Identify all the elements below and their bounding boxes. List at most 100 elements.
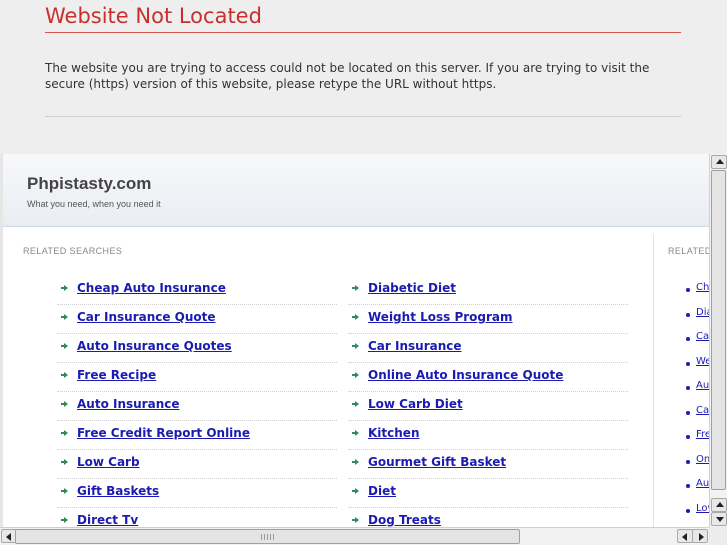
sidebar-link[interactable]: Lov (696, 503, 709, 514)
grip-icon (261, 534, 275, 540)
arrow-icon (61, 401, 68, 407)
bullet-icon (686, 508, 690, 513)
arrow-icon (61, 285, 68, 291)
arrow-down-icon (716, 517, 724, 522)
related-sidebar-label: RELATED (668, 246, 709, 256)
scroll-up-button-lower[interactable] (711, 498, 727, 512)
sidebar-link[interactable]: Ca (696, 331, 709, 342)
bullet-icon (686, 459, 690, 464)
sidebar-link[interactable]: On (696, 454, 709, 465)
arrow-icon (61, 343, 68, 349)
list-item: Diet (348, 479, 628, 508)
bullet-icon (686, 435, 690, 439)
arrow-icon (61, 459, 68, 465)
arrow-icon (61, 372, 68, 378)
scroll-down-button[interactable] (711, 512, 727, 526)
list-item: Gourmet Gift Basket (348, 450, 628, 479)
site-tagline: What you need, when you need it (27, 199, 161, 209)
search-link[interactable]: Car Insurance Quote (77, 310, 216, 324)
list-item: Online Auto Insurance Quote (348, 363, 628, 392)
list-item: Diabetic Diet (348, 276, 628, 305)
search-link[interactable]: Online Auto Insurance Quote (368, 368, 563, 382)
horizontal-scroll-thumb[interactable] (15, 529, 520, 544)
search-link[interactable]: Gourmet Gift Basket (368, 455, 506, 469)
arrow-icon (352, 459, 359, 465)
vertical-scroll-thumb[interactable] (711, 170, 726, 490)
list-item: Gift Baskets (57, 479, 337, 508)
sidebar-link[interactable]: Au (696, 478, 709, 489)
message-divider (45, 116, 681, 117)
search-link[interactable]: Kitchen (368, 426, 420, 440)
vertical-scrollbar[interactable] (709, 154, 727, 527)
search-link[interactable]: Dog Treats (368, 513, 441, 527)
list-item: Weight Loss Program (348, 305, 628, 334)
bullet-icon (686, 337, 690, 341)
arrow-icon (352, 314, 359, 320)
arrow-left-icon (6, 533, 11, 541)
bullet-icon (686, 484, 690, 488)
related-sidebar: RELATED Ch Dia Ca We Au Ca Fre On Au Lov (655, 234, 709, 534)
error-message: The website you are trying to access cou… (45, 61, 650, 91)
scroll-left-button-right[interactable] (677, 529, 693, 543)
search-link[interactable]: Free Credit Report Online (77, 426, 250, 440)
list-item: Free Recipe (57, 363, 337, 392)
search-link[interactable]: Auto Insurance Quotes (77, 339, 232, 353)
error-title: Website Not Located (45, 4, 262, 28)
list-item: Auto Insurance Quotes (57, 334, 337, 363)
list-item: Low Carb (57, 450, 337, 479)
parked-page-frame: Phpistasty.com What you need, when you n… (0, 154, 727, 545)
related-searches-label: RELATED SEARCHES (23, 246, 123, 256)
sidebar-link[interactable]: Ch (696, 282, 709, 293)
sidebar-link[interactable]: Dia (696, 307, 709, 318)
list-item: Low Carb Diet (348, 392, 628, 421)
search-link[interactable]: Car Insurance (368, 339, 462, 353)
site-header: Phpistasty.com What you need, when you n… (3, 154, 709, 227)
arrow-icon (61, 517, 68, 523)
list-item: Kitchen (348, 421, 628, 450)
arrow-icon (352, 517, 359, 523)
search-link[interactable]: Low Carb Diet (368, 397, 463, 411)
list-item: Free Credit Report Online (57, 421, 337, 450)
search-link[interactable]: Diabetic Diet (368, 281, 456, 295)
bullet-icon (686, 386, 690, 390)
arrow-icon (352, 401, 359, 407)
title-divider (45, 32, 681, 33)
arrow-icon (352, 285, 359, 291)
sidebar-link[interactable]: Ca (696, 405, 709, 416)
arrow-icon (61, 314, 68, 320)
arrow-icon (352, 372, 359, 378)
search-link[interactable]: Low Carb (77, 455, 140, 469)
left-links-list: Cheap Auto Insurance Car Insurance Quote… (57, 276, 337, 537)
bullet-icon (686, 288, 690, 292)
search-link[interactable]: Weight Loss Program (368, 310, 513, 324)
scroll-right-button[interactable] (692, 529, 708, 543)
search-link[interactable]: Diet (368, 484, 396, 498)
related-searches-panel: RELATED SEARCHES Cheap Auto Insurance Ca… (3, 234, 654, 537)
arrow-icon (352, 488, 359, 494)
site-title[interactable]: Phpistasty.com (27, 174, 151, 194)
scrollbar-corner (709, 527, 727, 545)
arrow-icon (61, 430, 68, 436)
arrow-icon (61, 488, 68, 494)
scroll-up-button[interactable] (711, 155, 727, 169)
search-link[interactable]: Gift Baskets (77, 484, 159, 498)
search-link[interactable]: Direct Tv (77, 513, 138, 527)
horizontal-scrollbar[interactable] (0, 527, 709, 545)
sidebar-link[interactable]: Au (696, 380, 709, 391)
list-item: Cheap Auto Insurance (57, 276, 337, 305)
bullet-icon (686, 410, 690, 415)
list-item: Car Insurance (348, 334, 628, 363)
sidebar-link[interactable]: Fre (696, 429, 709, 440)
arrow-icon (352, 343, 359, 349)
search-link[interactable]: Auto Insurance (77, 397, 180, 411)
search-link[interactable]: Cheap Auto Insurance (77, 281, 226, 295)
right-links-list: Diabetic Diet Weight Loss Program Car In… (348, 276, 628, 537)
sidebar-link[interactable]: We (696, 356, 709, 367)
arrow-icon (352, 430, 359, 436)
arrow-left-icon (682, 533, 687, 541)
search-link[interactable]: Free Recipe (77, 368, 156, 382)
bullet-icon (686, 361, 690, 366)
list-item: Auto Insurance (57, 392, 337, 421)
list-item: Car Insurance Quote (57, 305, 337, 334)
arrow-up-icon (716, 159, 724, 164)
